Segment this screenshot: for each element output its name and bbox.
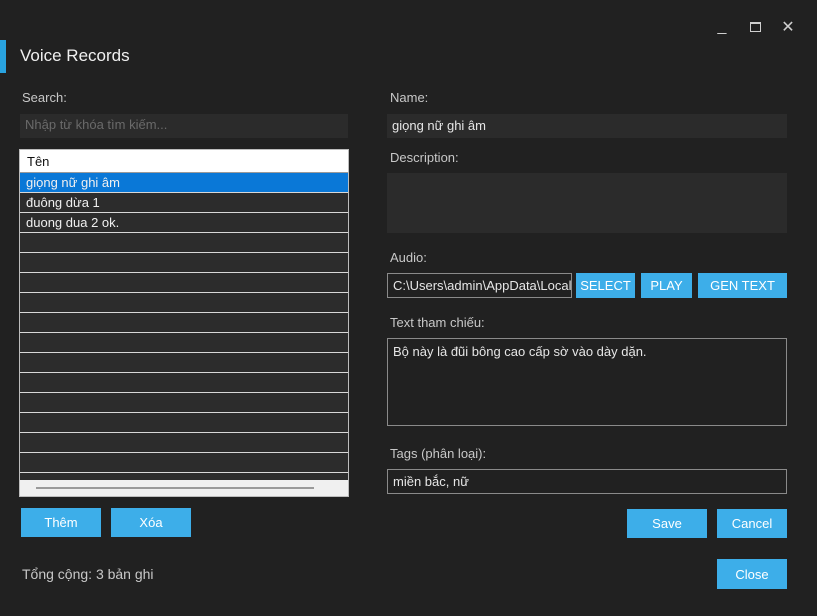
records-table[interactable]: Tên giọng nữ ghi âm đuông dừa 1 duong dua …: [19, 149, 349, 497]
horizontal-scrollbar[interactable]: [20, 480, 348, 496]
search-label: Search:: [22, 90, 67, 105]
window-title: Voice Records: [20, 46, 130, 65]
maximize-icon[interactable]: [742, 14, 768, 40]
tags-field[interactable]: miền bắc, nữ: [387, 469, 787, 494]
close-icon[interactable]: ✕: [775, 14, 801, 40]
table-row[interactable]: giọng nữ ghi âm: [20, 173, 348, 193]
tags-label: Tags (phân loại):: [390, 446, 487, 461]
name-label: Name:: [390, 90, 429, 105]
search-input[interactable]: Nhập từ khóa tìm kiếm...: [20, 114, 348, 138]
audio-label: Audio:: [390, 250, 427, 265]
empty-table-row[interactable]: [20, 293, 348, 313]
close-button[interactable]: Close: [717, 559, 787, 589]
empty-table-row[interactable]: [20, 353, 348, 373]
empty-table-row[interactable]: [20, 453, 348, 473]
description-label: Description:: [390, 150, 459, 165]
play-button[interactable]: PLAY: [641, 273, 692, 298]
add-button[interactable]: Thêm: [21, 508, 101, 537]
title-accent-bar: [0, 40, 6, 73]
table-row[interactable]: duong dua 2 ok.: [20, 213, 348, 233]
description-field[interactable]: [387, 173, 787, 233]
empty-table-row[interactable]: [20, 253, 348, 273]
reference-text-field[interactable]: Bộ này là đũi bông cao cấp sờ vào dày dặ…: [387, 338, 787, 426]
empty-table-row[interactable]: [20, 273, 348, 293]
empty-table-row[interactable]: [20, 373, 348, 393]
name-field[interactable]: giọng nữ ghi âm: [387, 114, 787, 138]
total-count: Tổng cộng: 3 bản ghi: [22, 566, 154, 582]
gen-text-button[interactable]: GEN TEXT: [698, 273, 787, 298]
scrollbar-thumb[interactable]: [36, 487, 314, 489]
delete-button[interactable]: Xóa: [111, 508, 191, 537]
empty-table-row[interactable]: [20, 433, 348, 453]
empty-table-row[interactable]: [20, 333, 348, 353]
save-button[interactable]: Save: [627, 509, 707, 538]
empty-table-row[interactable]: [20, 313, 348, 333]
cancel-button[interactable]: Cancel: [717, 509, 787, 538]
column-header-name[interactable]: Tên: [20, 150, 348, 173]
empty-table-row[interactable]: [20, 413, 348, 433]
table-row[interactable]: đuông dừa 1: [20, 193, 348, 213]
audio-path-field[interactable]: C:\Users\admin\AppData\Local: [387, 273, 572, 298]
select-audio-button[interactable]: SELECT: [576, 273, 635, 298]
minimize-icon[interactable]: _: [709, 14, 735, 40]
reference-text-label: Text tham chiếu:: [390, 315, 485, 330]
empty-table-row[interactable]: [20, 393, 348, 413]
empty-table-row[interactable]: [20, 233, 348, 253]
